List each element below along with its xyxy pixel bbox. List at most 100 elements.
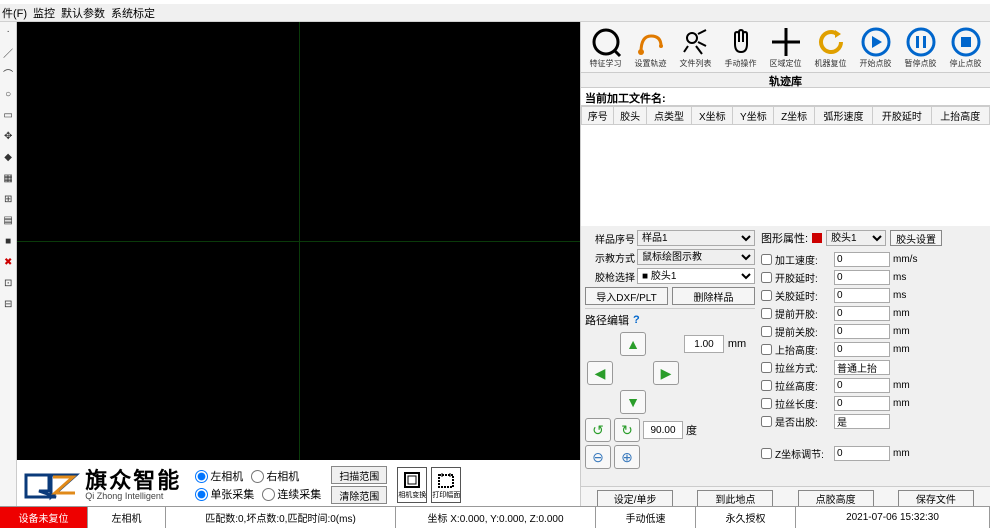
param-unit: mm [893,344,917,355]
area-locate-icon [770,26,802,58]
feature-learn-button[interactable]: 特征学习 [583,24,628,70]
menu-file[interactable]: 件(F) [2,5,27,21]
bottom-button-0[interactable]: 设定/单步 [597,490,673,508]
attr-glue-select[interactable]: 胶头1 [826,230,886,246]
sample-no-select[interactable]: 样品1 [637,230,755,246]
table-header[interactable]: 弧形速度 [814,107,872,125]
menu-default[interactable]: 默认参数 [61,5,105,21]
param-label: 是否出胶: [775,414,831,429]
arrow-right-button[interactable]: ▶ [653,361,679,385]
manual-op-button[interactable]: 手动操作 [718,24,763,70]
param-input-6[interactable] [834,360,890,375]
param-check-5[interactable] [761,344,772,355]
table-header[interactable]: 点类型 [646,107,691,125]
stop-dispense-button[interactable]: 停止点胶 [943,24,988,70]
radio-single[interactable]: 单张采集 [195,486,254,502]
param-input-1[interactable] [834,270,890,285]
clear-range-button[interactable]: 清除范围 [331,486,387,504]
tool-delete-icon[interactable]: ✖ [1,255,15,269]
tool-grid-icon[interactable]: ▦ [1,171,15,185]
tool-circle-icon[interactable]: ○ [1,87,15,101]
param-input-0[interactable] [834,252,890,267]
param-check-3[interactable] [761,308,772,319]
z-tune-input[interactable] [834,446,890,461]
param-check-7[interactable] [761,380,772,391]
angle-input[interactable] [643,421,683,439]
table-header[interactable]: 开胶延时 [873,107,931,125]
tool-text-icon[interactable]: ■ [1,234,15,248]
param-check-4[interactable] [761,326,772,337]
param-input-9[interactable] [834,414,890,429]
table-header[interactable]: Z坐标 [774,107,814,125]
glue-label: 胶枪选择 [585,269,635,284]
table-header[interactable]: 上抬高度 [931,107,989,125]
tool-group-icon[interactable]: ⊡ [1,276,15,290]
start-dispense-button[interactable]: 开始点胶 [853,24,898,70]
rotate-ccw-button[interactable]: ↺ [585,418,611,442]
z-tune-check[interactable] [761,448,772,459]
arrow-up-button[interactable]: ▲ [620,332,646,356]
tool-diamond-icon[interactable]: ◆ [1,150,15,164]
attr-label: 图形属性: [761,230,808,246]
param-check-9[interactable] [761,416,772,427]
import-dxf-button[interactable]: 导入DXF/PLT [585,287,668,305]
tool-line-icon[interactable]: ／ [1,45,15,59]
teach-select[interactable]: 鼠标绘图示教 [637,249,755,265]
logo-en: Qi Zhong Intelligent [85,492,181,501]
tool-array-icon[interactable]: ⊞ [1,192,15,206]
glue-select[interactable]: ■ 胶头1 [637,268,755,284]
tool-arc-icon[interactable]: ⌒ [1,66,15,80]
delete-sample-button[interactable]: 删除样品 [672,287,755,305]
help-icon[interactable]: ? [633,314,640,326]
arrow-left-button[interactable]: ◀ [587,361,613,385]
track-table[interactable]: 序号胶头点类型X坐标Y坐标Z坐标弧形速度开胶延时上抬高度 [581,106,990,226]
param-check-8[interactable] [761,398,772,409]
param-input-3[interactable] [834,306,890,321]
tool-rect-icon[interactable]: ▭ [1,108,15,122]
menu-monitor[interactable]: 监控 [33,5,55,21]
canvas-viewport[interactable] [17,22,580,460]
param-check-2[interactable] [761,290,772,301]
table-header[interactable]: 胶头 [614,107,646,125]
param-unit: ms [893,290,917,301]
machine-reset-button[interactable]: 机器复位 [808,24,853,70]
zoom-in-button[interactable]: ⊕ [614,445,640,469]
param-input-7[interactable] [834,378,890,393]
radio-right-cam[interactable]: 右相机 [251,468,299,484]
camera-transform-icon[interactable]: 相机变换 [397,467,427,503]
tool-move-icon[interactable]: ✥ [1,129,15,143]
param-input-5[interactable] [834,342,890,357]
arrow-down-button[interactable]: ▼ [620,390,646,414]
file-list-button[interactable]: 文件列表 [673,24,718,70]
bottom-button-2[interactable]: 点胶高度 [798,490,874,508]
param-check-6[interactable] [761,362,772,373]
bottom-button-1[interactable]: 到此地点 [697,490,773,508]
scan-range-button[interactable]: 扫描范围 [331,466,387,484]
radio-cont[interactable]: 连续采集 [262,486,321,502]
param-input-2[interactable] [834,288,890,303]
table-header[interactable]: 序号 [582,107,614,125]
zoom-out-button[interactable]: ⊖ [585,445,611,469]
param-unit: mm/s [893,254,917,265]
bottom-button-3[interactable]: 保存文件 [898,490,974,508]
head-setting-button[interactable]: 胶头设置 [890,230,942,246]
param-check-0[interactable] [761,254,772,265]
param-label: 拉丝高度: [775,378,831,393]
step-input[interactable] [684,335,724,353]
param-check-1[interactable] [761,272,772,283]
table-header[interactable]: X坐标 [692,107,733,125]
print-area-icon[interactable]: 打印幅面 [431,467,461,503]
param-unit: mm [893,398,917,409]
tool-point-icon[interactable]: · [1,24,15,38]
param-input-8[interactable] [834,396,890,411]
table-header[interactable]: Y坐标 [733,107,774,125]
tool-misc-icon[interactable]: ⊟ [1,297,15,311]
menu-system[interactable]: 系统标定 [111,5,155,21]
radio-left-cam[interactable]: 左相机 [195,468,243,484]
pause-dispense-button[interactable]: 暂停点胶 [898,24,943,70]
set-track-button[interactable]: 设置轨迹 [628,24,673,70]
area-locate-button[interactable]: 区域定位 [763,24,808,70]
param-input-4[interactable] [834,324,890,339]
tool-layer-icon[interactable]: ▤ [1,213,15,227]
rotate-cw-button[interactable]: ↻ [614,418,640,442]
